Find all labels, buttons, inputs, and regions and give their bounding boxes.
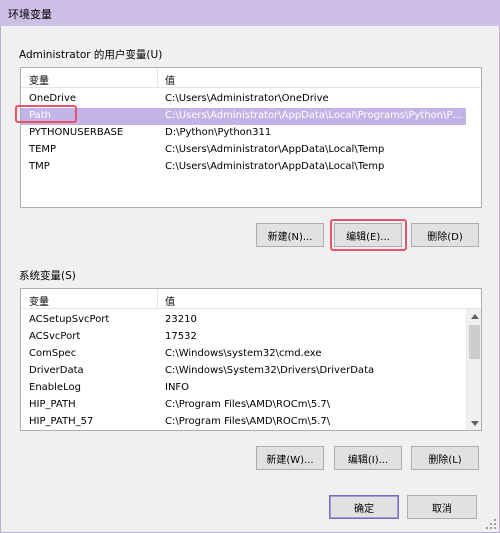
user-var-row-tmp[interactable]: TMP C:\Users\Administrator\AppData\Local… <box>21 159 481 176</box>
title-bar[interactable]: 环境变量 <box>0 0 500 26</box>
user-vars-list-header: 变量 值 <box>21 68 481 88</box>
system-vars-list[interactable]: 变量 值 ACSetupSvcPort 23210 ACSvcPort 1753… <box>20 288 482 431</box>
system-var-row[interactable]: DriverData C:\Windows\System32\Drivers\D… <box>21 363 465 380</box>
var-name: ACSetupSvcPort <box>29 314 110 325</box>
scroll-thumb[interactable] <box>469 325 480 359</box>
var-value: C:\Windows\System32\Drivers\DriverData <box>165 365 375 376</box>
ok-button[interactable]: 确定 <box>329 495 399 519</box>
chevron-up-icon[interactable] <box>467 309 481 323</box>
user-edit-button[interactable]: 编辑(E)... <box>334 223 402 247</box>
system-var-row[interactable]: HIP_PATH C:\Program Files\AMD\ROCm\5.7\ <box>21 397 465 414</box>
var-value: C:\Program Files\AMD\ROCm\5.7\ <box>165 399 331 410</box>
user-new-button[interactable]: 新建(N)... <box>256 223 324 247</box>
var-value: C:\Users\Administrator\AppData\Local\Pro… <box>165 110 463 121</box>
var-value: C:\Users\Administrator\OneDrive <box>165 93 329 104</box>
var-name: TEMP <box>29 144 57 155</box>
cancel-button[interactable]: 取消 <box>407 495 477 519</box>
user-var-row-temp[interactable]: TEMP C:\Users\Administrator\AppData\Loca… <box>21 142 481 159</box>
user-var-row-onedrive[interactable]: OneDrive C:\Users\Administrator\OneDrive <box>21 91 481 108</box>
column-header-value[interactable]: 值 <box>165 293 175 308</box>
var-value: C:\Users\Administrator\AppData\Local\Tem… <box>165 161 385 172</box>
system-new-button[interactable]: 新建(W)... <box>256 446 324 470</box>
user-delete-button[interactable]: 删除(D) <box>411 223 479 247</box>
system-var-row[interactable]: EnableLog INFO <box>21 380 465 397</box>
var-value: INFO <box>165 382 190 393</box>
dialog-body: Administrator 的用户变量(U) 变量 值 OneDrive C:\… <box>0 26 500 533</box>
var-name: HIP_PATH <box>29 399 76 410</box>
var-value: C:\Windows\system32\cmd.exe <box>165 348 322 359</box>
var-name: EnableLog <box>29 382 81 393</box>
var-value: C:\Users\Administrator\AppData\Local\Tem… <box>165 144 385 155</box>
var-name: DriverData <box>29 365 84 376</box>
system-var-row[interactable]: ACSetupSvcPort 23210 <box>21 312 465 329</box>
var-name: HIP_PATH_57 <box>29 416 94 427</box>
chevron-down-icon[interactable] <box>467 416 481 430</box>
var-name: ComSpec <box>29 348 77 359</box>
system-edit-button[interactable]: 编辑(I)... <box>334 446 402 470</box>
var-name: PYTHONUSERBASE <box>29 127 124 138</box>
system-delete-button[interactable]: 删除(L) <box>411 446 479 470</box>
var-value: C:\Program Files\AMD\ROCm\5.7\ <box>165 416 331 427</box>
var-name: TMP <box>29 161 50 172</box>
var-value: D:\Python\Python311 <box>165 127 272 138</box>
user-var-row-path[interactable]: Path C:\Users\Administrator\AppData\Loca… <box>21 108 466 125</box>
user-var-row-pythonuserbase[interactable]: PYTHONUSERBASE D:\Python\Python311 <box>21 125 481 142</box>
system-var-row[interactable]: ACSvcPort 17532 <box>21 329 465 346</box>
resize-grip-icon[interactable] <box>485 518 497 530</box>
var-name: OneDrive <box>29 93 77 104</box>
column-header-variable[interactable]: 变量 <box>29 72 49 87</box>
user-vars-group-label: Administrator 的用户变量(U) <box>19 49 163 61</box>
system-var-row[interactable]: HIP_PATH_57 C:\Program Files\AMD\ROCm\5.… <box>21 414 465 430</box>
column-header-value[interactable]: 值 <box>165 72 175 87</box>
system-vars-list-header: 变量 值 <box>21 289 481 309</box>
var-name: Path <box>29 110 51 121</box>
system-var-row[interactable]: ComSpec C:\Windows\system32\cmd.exe <box>21 346 465 363</box>
var-value: 23210 <box>165 314 197 325</box>
var-value: 17532 <box>165 331 197 342</box>
var-name: ACSvcPort <box>29 331 81 342</box>
column-separator[interactable] <box>157 68 158 88</box>
column-header-variable[interactable]: 变量 <box>29 293 49 308</box>
user-vars-list[interactable]: 变量 值 OneDrive C:\Users\Administrator\One… <box>20 67 482 208</box>
system-vars-group-label: 系统变量(S) <box>19 270 76 282</box>
system-vars-scrollbar[interactable] <box>466 309 481 430</box>
column-separator[interactable] <box>157 289 158 309</box>
window-title: 环境变量 <box>8 8 52 21</box>
